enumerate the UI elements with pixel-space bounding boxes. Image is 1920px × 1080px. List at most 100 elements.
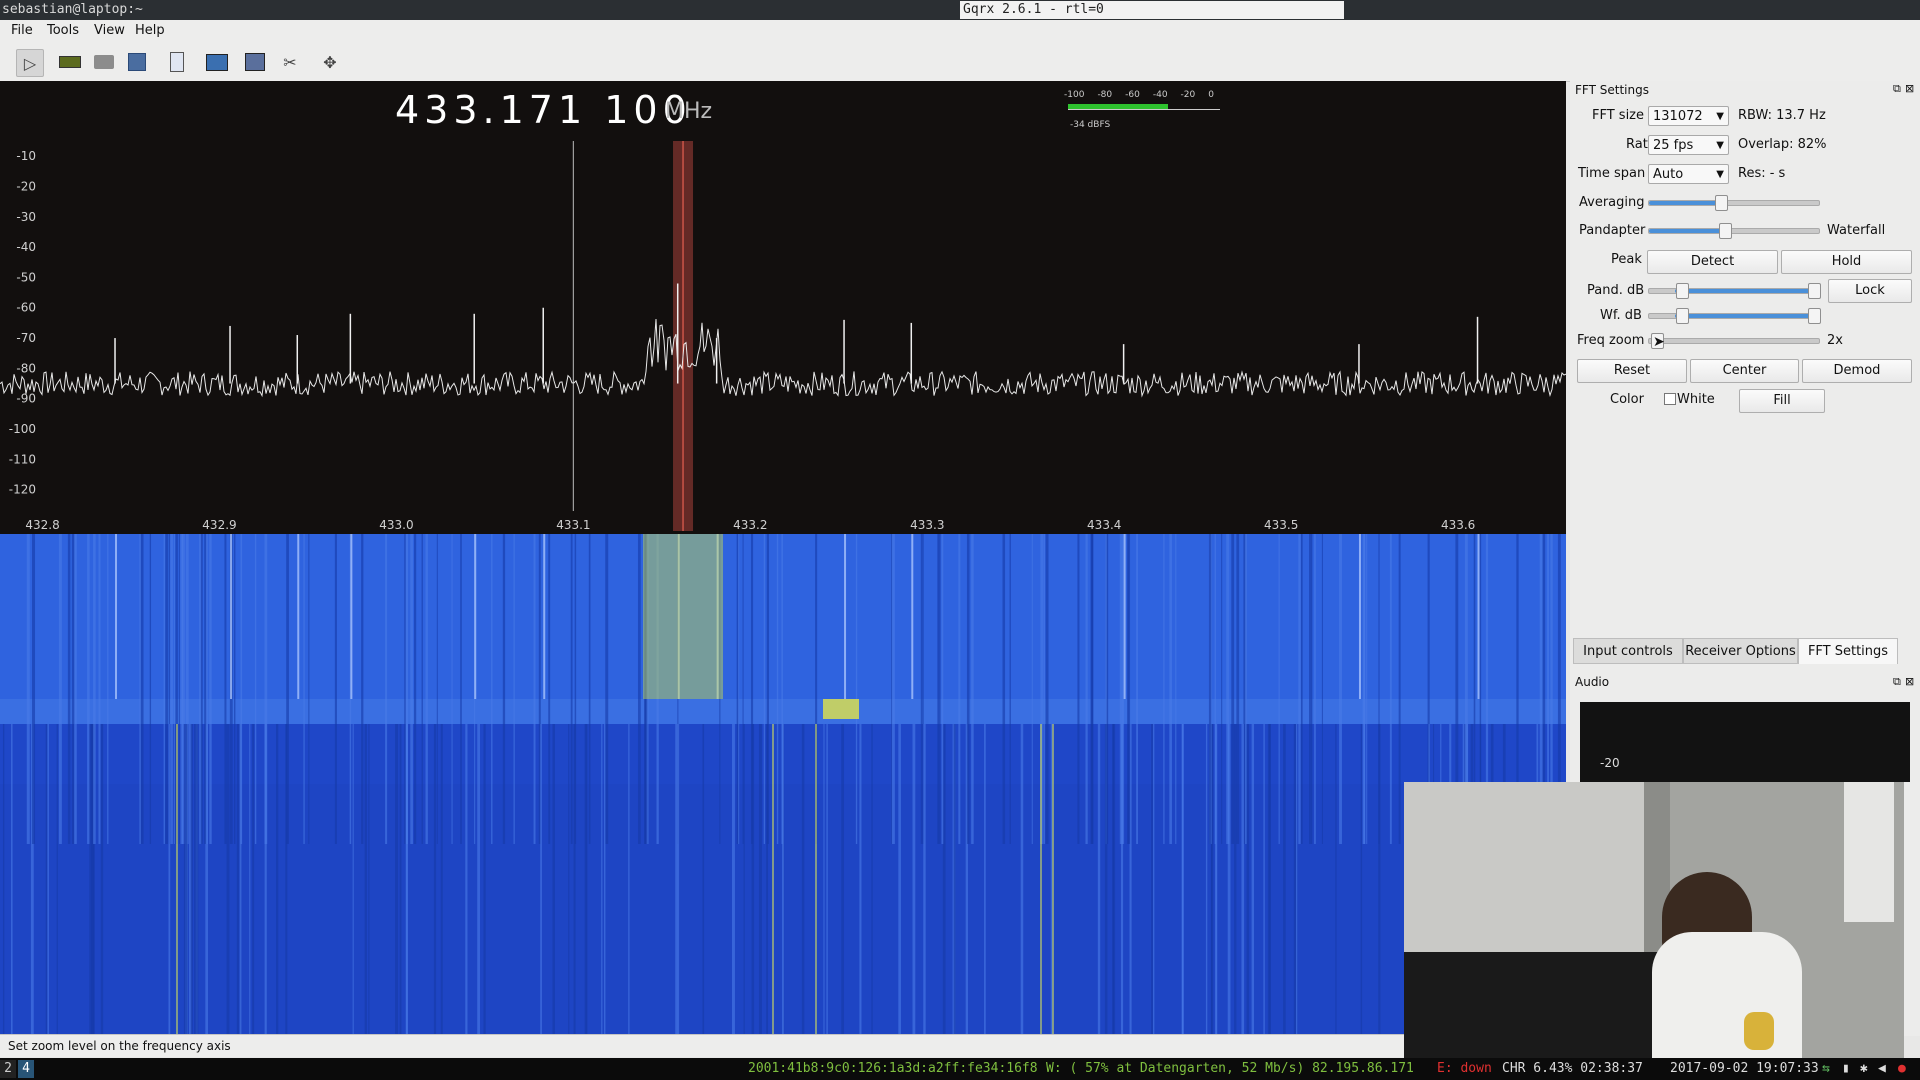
waterfall-streak	[1269, 724, 1271, 1034]
bookmark-icon[interactable]	[164, 49, 190, 75]
waterfall-streak	[89, 724, 92, 1034]
waterfall-streak	[414, 534, 417, 844]
fit-icon[interactable]: ✥	[317, 49, 343, 75]
waterfall-image	[0, 534, 1566, 1034]
timespan-combo[interactable]: Auto ▼	[1648, 164, 1729, 184]
waterfall-streak	[801, 724, 805, 1034]
menu-file[interactable]: File	[11, 23, 33, 38]
play-icon[interactable]: ▷	[16, 49, 44, 77]
y-tick-label: -20	[16, 179, 36, 193]
workspace-button[interactable]: 2	[0, 1060, 16, 1078]
battery-tray-icon[interactable]: ▮	[1842, 1061, 1850, 1076]
pandapter-label: Pandapter	[1579, 223, 1646, 238]
waterfall-streak	[1085, 534, 1088, 844]
wf-db-range-slider[interactable]	[1648, 308, 1821, 324]
audio-axis-label: -20	[1600, 756, 1620, 770]
lock-button[interactable]: Lock	[1828, 279, 1912, 303]
tab-fft-settings[interactable]: FFT Settings	[1798, 638, 1898, 664]
close-icon[interactable]: ⊠	[1905, 82, 1914, 95]
white-checkbox[interactable]	[1664, 393, 1676, 405]
waterfall-streak	[477, 724, 480, 1034]
workspace-button-active[interactable]: 4	[18, 1060, 34, 1078]
x-tick-label: 433.5	[1264, 518, 1298, 532]
menu-help[interactable]: Help	[135, 23, 165, 38]
open-icon[interactable]	[91, 49, 117, 75]
frequency-display[interactable]: 433.171 100	[395, 88, 692, 132]
waterfall-streak	[1234, 724, 1237, 1034]
reset-button[interactable]: Reset	[1577, 359, 1687, 383]
wf-db-low-handle[interactable]	[1676, 308, 1689, 324]
float-icon[interactable]: ⧉	[1893, 82, 1901, 96]
screenshot-icon[interactable]	[242, 49, 268, 75]
detect-button[interactable]: Detect	[1647, 250, 1778, 274]
float-icon[interactable]: ⧉	[1893, 675, 1901, 689]
color-label: Color	[1610, 392, 1644, 407]
waterfall-streak	[601, 724, 603, 1034]
waterfall-streak	[1378, 534, 1380, 844]
close-icon[interactable]: ⊠	[1905, 675, 1914, 688]
battery-status: CHR 6.43% 02:38:37	[1502, 1061, 1643, 1076]
waterfall-streak	[1278, 534, 1280, 844]
meter-tick: -60	[1125, 90, 1140, 100]
demod-button[interactable]: Demod	[1802, 359, 1912, 383]
tools-icon[interactable]: ✂	[277, 49, 303, 75]
waterfall-streak	[1169, 534, 1172, 844]
waterfall-streak	[937, 534, 939, 844]
waterfall-streak	[460, 534, 462, 844]
mouse-cursor-icon: ➤	[1653, 334, 1665, 350]
ethernet-status: E: down	[1437, 1061, 1492, 1076]
averaging-handle[interactable]	[1715, 195, 1729, 211]
spectrum-plot[interactable]: -10 -20 -30 -40 -50 -60 -70 -80 -90 -100 -110 -120 4…	[0, 81, 1566, 534]
hardware-icon[interactable]	[57, 49, 83, 75]
waterfall-streak	[465, 724, 468, 1034]
tab-input-controls[interactable]: Input controls	[1573, 638, 1683, 664]
averaging-slider[interactable]	[1648, 195, 1820, 211]
fill-button[interactable]: Fill	[1739, 389, 1825, 413]
waterfall-streak	[1091, 534, 1094, 844]
waterfall-streak	[871, 724, 873, 1034]
waterfall-streak	[1339, 534, 1342, 844]
audio-fft-plot[interactable]: -20	[1580, 702, 1910, 782]
waterfall-streak	[352, 724, 354, 1034]
waterfall-streak	[548, 534, 551, 844]
bluetooth-tray-icon[interactable]: ✱	[1860, 1061, 1868, 1076]
status-message: Set zoom level on the frequency axis	[8, 1039, 231, 1053]
frequency-unit: MHz	[665, 99, 713, 124]
tab-receiver-options[interactable]: Receiver Options	[1683, 638, 1798, 664]
pand-db-range-slider[interactable]	[1648, 283, 1821, 299]
network-tray-icon[interactable]: ⇆	[1822, 1061, 1830, 1076]
waterfall-streak	[433, 724, 437, 1034]
menu-view[interactable]: View	[94, 23, 125, 38]
pandapter-handle[interactable]	[1718, 223, 1732, 239]
waterfall-streak	[1221, 534, 1223, 844]
volume-tray-icon[interactable]: ◀	[1878, 1061, 1886, 1076]
center-button[interactable]: Center	[1690, 359, 1799, 383]
freq-zoom-slider[interactable]	[1648, 333, 1820, 349]
audio-title: Audio	[1575, 675, 1610, 689]
wf-db-high-handle[interactable]	[1808, 308, 1821, 324]
waterfall-streak	[1009, 534, 1011, 844]
waterfall-streak	[11, 724, 13, 1034]
dsp-icon[interactable]	[204, 49, 230, 75]
waterfall-carrier	[543, 534, 546, 699]
y-tick-label: -10	[16, 149, 36, 163]
fft-size-combo[interactable]: 131072 ▼	[1648, 106, 1729, 126]
pandapter-waterfall-slider[interactable]	[1648, 223, 1820, 239]
waterfall-streak	[1227, 724, 1231, 1034]
waterfall-streak	[56, 724, 58, 1034]
waterfall-display[interactable]	[0, 534, 1566, 1034]
rate-combo[interactable]: 25 fps ▼	[1648, 135, 1729, 155]
menu-tools[interactable]: Tools	[47, 23, 79, 38]
save-icon[interactable]	[124, 49, 150, 75]
pand-db-high-handle[interactable]	[1808, 283, 1821, 299]
waterfall-streak	[1152, 724, 1155, 1034]
pand-db-range	[1674, 289, 1816, 293]
waterfall-streak	[920, 534, 922, 844]
peak-label: Peak	[1611, 252, 1642, 267]
hold-button[interactable]: Hold	[1781, 250, 1912, 274]
alert-tray-icon[interactable]: ●	[1898, 1061, 1906, 1076]
waterfall-streak	[1283, 724, 1286, 1034]
pand-db-low-handle[interactable]	[1676, 283, 1689, 299]
waterfall-streak	[984, 724, 986, 1034]
waterfall-streak	[826, 724, 828, 1034]
